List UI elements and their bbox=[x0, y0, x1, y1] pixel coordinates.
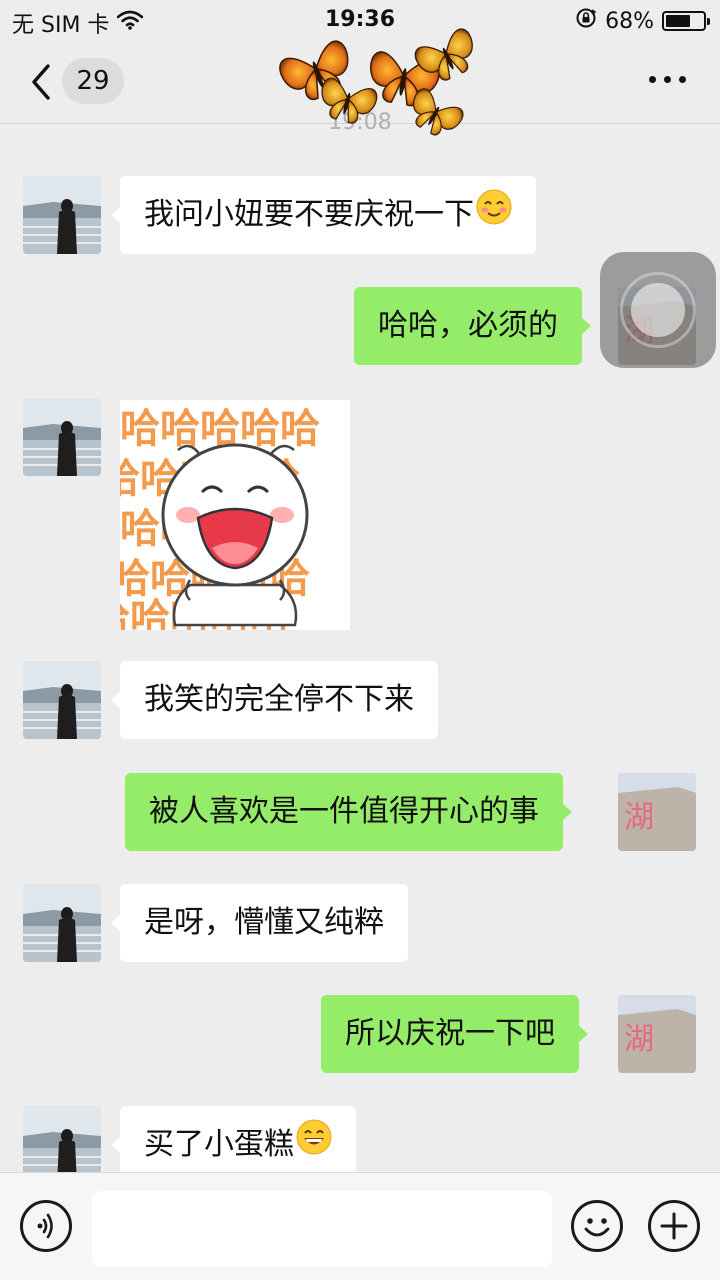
add-plus-icon[interactable] bbox=[648, 1200, 700, 1252]
message-text: 买了小蛋糕 bbox=[144, 1127, 294, 1162]
more-dots-icon[interactable] bbox=[649, 76, 686, 83]
contact-avatar[interactable] bbox=[23, 1106, 101, 1172]
battery-fill bbox=[666, 15, 691, 27]
input-bar bbox=[0, 1172, 720, 1280]
message-text: 被人喜欢是一件值得开心的事 bbox=[149, 794, 539, 829]
blushing-smile-emoji bbox=[476, 177, 512, 255]
my-avatar[interactable]: 湖 bbox=[618, 995, 696, 1073]
contact-avatar[interactable] bbox=[23, 176, 101, 254]
assistive-touch-button[interactable] bbox=[600, 252, 716, 368]
message-text: 所以庆祝一下吧 bbox=[345, 1016, 555, 1051]
message-bubble-incoming[interactable]: 我笑的完全停不下来 bbox=[111, 661, 438, 739]
message-bubble-incoming[interactable]: 买了小蛋糕 bbox=[111, 1106, 356, 1173]
message-text: 我问小妞要不要庆祝一下 bbox=[144, 197, 474, 232]
message-bubble-outgoing[interactable]: 哈哈，必须的 bbox=[354, 287, 591, 365]
contact-avatar[interactable] bbox=[23, 884, 101, 962]
message-text: 我笑的完全停不下来 bbox=[144, 682, 414, 717]
rotation-lock-icon bbox=[575, 7, 597, 35]
dot bbox=[679, 76, 686, 83]
message-text: 哈哈，必须的 bbox=[378, 308, 558, 343]
unread-count-badge[interactable]: 29 bbox=[62, 58, 124, 104]
laughing-haha-sticker[interactable]: 哈哈哈哈哈 哈哈哈哈哈 哈哈哈哈哈 哈哈哈哈哈 哈哈哈哈哈 bbox=[120, 400, 350, 630]
dot bbox=[649, 76, 656, 83]
message-text: 是呀，懵懂又纯粹 bbox=[144, 905, 384, 940]
battery-icon bbox=[662, 11, 710, 31]
svg-text:湖: 湖 bbox=[624, 1022, 654, 1057]
contact-avatar[interactable] bbox=[23, 661, 101, 739]
emoji-face-icon[interactable] bbox=[571, 1200, 623, 1252]
status-right: 68% bbox=[575, 7, 710, 35]
message-bubble-incoming[interactable]: 是呀，懵懂又纯粹 bbox=[111, 884, 408, 962]
grinning-emoji bbox=[296, 1107, 332, 1173]
message-bubble-incoming[interactable]: 我问小妞要不要庆祝一下 bbox=[111, 176, 536, 255]
svg-text:湖: 湖 bbox=[624, 800, 654, 835]
message-bubble-outgoing[interactable]: 被人喜欢是一件值得开心的事 bbox=[125, 773, 572, 851]
my-avatar[interactable]: 湖 bbox=[618, 773, 696, 851]
status-bar: 无 SIM 卡 19:36 68% bbox=[0, 0, 720, 40]
dot bbox=[664, 76, 671, 83]
assistive-touch-dot bbox=[631, 283, 685, 337]
back-chevron-icon[interactable] bbox=[28, 62, 56, 102]
voice-icon[interactable] bbox=[20, 1200, 72, 1252]
chat-area[interactable]: 我问小妞要不要庆祝一下 哈哈，必须的 湖 bbox=[0, 124, 720, 1172]
message-bubble-outgoing[interactable]: 所以庆祝一下吧 bbox=[321, 995, 588, 1073]
message-input[interactable] bbox=[92, 1191, 552, 1267]
battery-percent: 68% bbox=[605, 8, 654, 34]
contact-avatar[interactable] bbox=[23, 398, 101, 476]
